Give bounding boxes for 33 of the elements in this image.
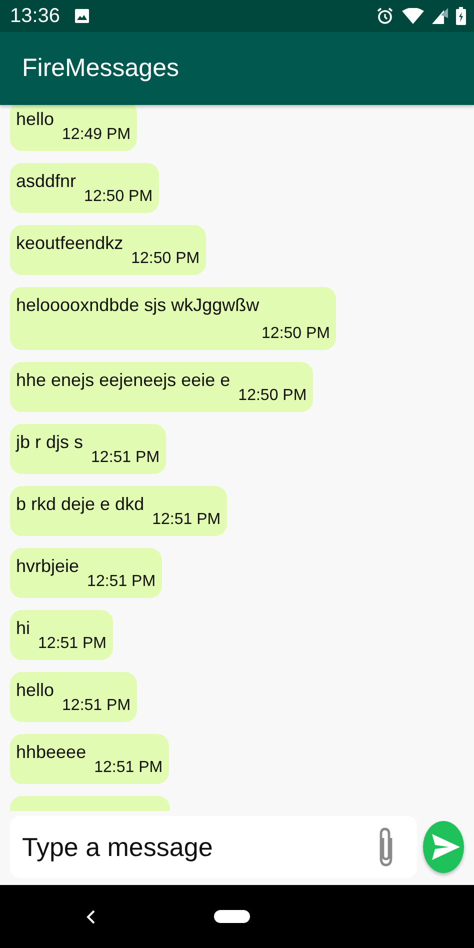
message-text: hvrbjeie <box>16 555 80 578</box>
battery-icon <box>456 7 466 25</box>
message-time: 12:51 PM <box>151 510 221 530</box>
message-time: 12:51 PM <box>61 696 131 716</box>
message-text: jb r djs s <box>16 431 84 454</box>
message-input[interactable]: Type a message <box>10 816 417 878</box>
message-time: 12:51 PM <box>86 572 156 592</box>
back-icon[interactable] <box>86 910 96 924</box>
message-text: helooooxndbde sjs wkJggwßw <box>16 294 260 317</box>
message-time: 12:50 PM <box>130 249 200 269</box>
message-text: hello <box>16 679 54 702</box>
clock: 13:36 <box>10 4 60 28</box>
message-time: 12:50 PM <box>260 324 330 344</box>
message-text: hello <box>16 108 54 131</box>
message-text: hhbeeee <box>16 741 86 764</box>
message-text: hhe enejs eejeneejs eeie e <box>16 369 230 392</box>
app-title: FireMessages <box>22 54 179 83</box>
image-icon <box>74 8 90 24</box>
message-time: 12:51 PM <box>93 758 163 778</box>
message-time: 12:49 PM <box>61 125 131 145</box>
message-time: 12:50 PM <box>237 386 307 406</box>
send-icon <box>432 834 460 860</box>
home-button[interactable] <box>214 910 250 923</box>
message-text: b rkd deje e dkd <box>16 493 144 516</box>
message-time: 12:51 PM <box>90 448 160 468</box>
signal-icon <box>432 8 448 24</box>
wifi-icon <box>402 8 424 24</box>
message-text: keoutfeendkz <box>16 232 124 255</box>
message-text: hi <box>16 617 30 640</box>
message-text: asddfnr <box>16 170 76 193</box>
message-time: 12:50 PM <box>83 187 153 207</box>
message-time: 12:51 PM <box>37 634 106 654</box>
alarm-icon <box>376 7 394 25</box>
